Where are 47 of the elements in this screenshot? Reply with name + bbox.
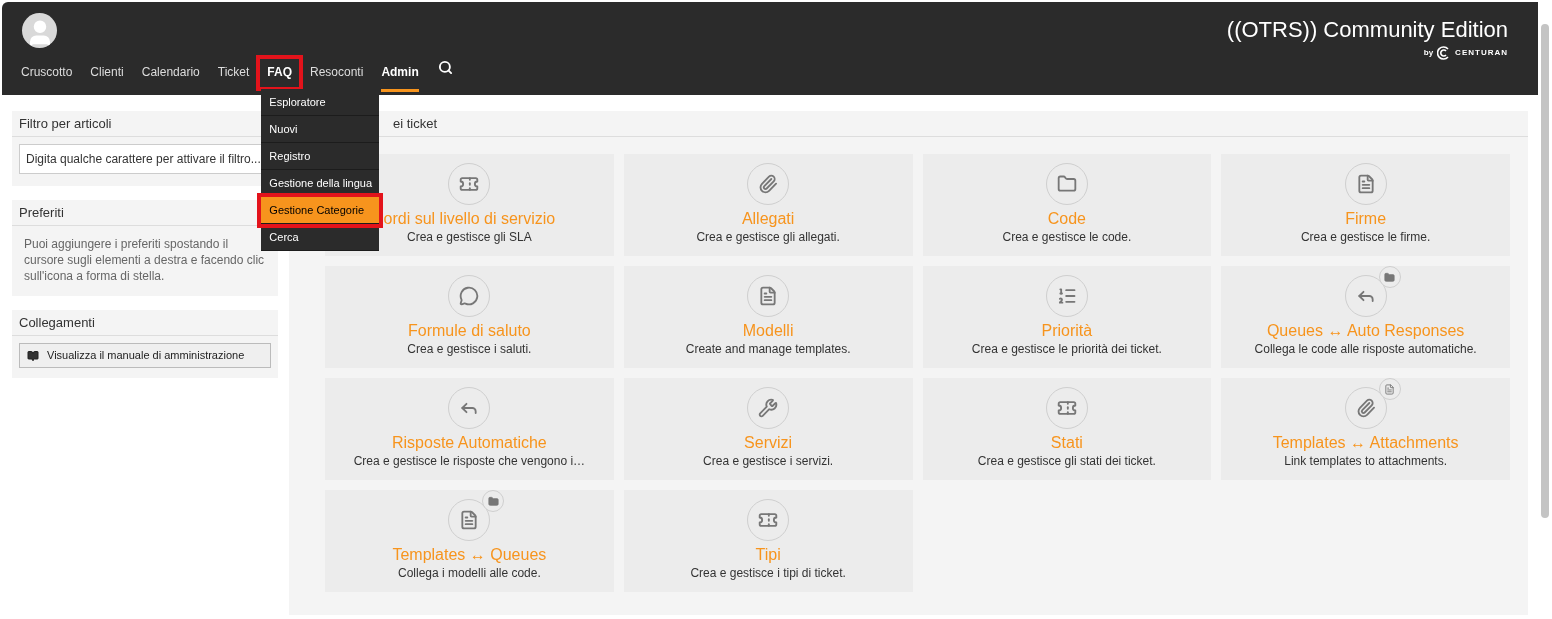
- admin-card[interactable]: Risposte Automatiche Crea e gestisce le risposte che vengono i…: [325, 378, 614, 480]
- panel-title: ei ticket: [393, 114, 438, 133]
- admin-card[interactable]: Modelli Create and manage templates.: [623, 266, 913, 368]
- admin-card[interactable]: Tipi Crea e gestisce i tipi di ticket.: [623, 490, 913, 592]
- admin-card[interactable]: Formule di saluto Crea e gestisce i saluti.: [325, 266, 614, 368]
- folder-badge-icon: [482, 490, 505, 512]
- card-description: Crea e gestisce gli stati dei ticket.: [977, 453, 1156, 469]
- nav-tab[interactable]: Cruscotto: [12, 57, 82, 89]
- nav-tab[interactable]: Ticket: [208, 57, 259, 89]
- avatar-icon[interactable]: [22, 13, 57, 48]
- nav-tab[interactable]: Calendario: [132, 57, 209, 89]
- card-description: Crea e gestisce le risposte che vengono i…: [353, 453, 586, 469]
- card-description: Crea e gestisce gli allegati.: [696, 229, 840, 245]
- search-icon[interactable]: [437, 60, 453, 75]
- admin-card[interactable]: Priorità Crea e gestisce le priorità dei ticket.: [922, 266, 1212, 368]
- manual-button[interactable]: Visualizza il manuale di amministrazione: [19, 343, 271, 368]
- brand-title: ((OTRS)) Community Edition: [1226, 16, 1508, 44]
- byline-text: by: [1423, 47, 1434, 59]
- company-name: CENTURAN: [1455, 47, 1508, 59]
- nav-tab[interactable]: Clienti: [81, 57, 133, 89]
- card-description: Crea e gestisce gli SLA: [407, 229, 532, 245]
- card-description: Link templates to attachments.: [1284, 453, 1447, 469]
- admin-card[interactable]: Templates ↔ Attachments Link templates to attachments.: [1221, 378, 1510, 480]
- card-description: Crea e gestisce le priorità dei ticket.: [971, 341, 1162, 357]
- admin-card[interactable]: Servizi Crea e gestisce i servizi.: [623, 378, 913, 480]
- card-description: Crea e gestisce i tipi di ticket.: [690, 565, 846, 581]
- company-logo-icon: [1437, 46, 1452, 60]
- card-description: Crea e gestisce le code.: [1002, 229, 1132, 245]
- nav-tab[interactable]: FAQ: [258, 57, 301, 89]
- card-description: Collega i modelli alle code.: [398, 565, 541, 581]
- panel-title: Collegamenti: [12, 310, 278, 336]
- card-description: Crea e gestisce i servizi.: [703, 453, 834, 469]
- folder-badge-icon: [1378, 266, 1401, 288]
- nav-tab[interactable]: Admin: [372, 57, 428, 89]
- admin-card[interactable]: Templates ↔ Queues Collega i modelli alle code.: [325, 490, 614, 592]
- nav-tab[interactable]: Resoconti: [301, 57, 373, 89]
- card-description: Crea e gestisce le firme.: [1300, 229, 1431, 245]
- admin-card[interactable]: Code Crea e gestisce le code.: [922, 154, 1212, 256]
- admin-card[interactable]: Queues ↔ Auto Responses Collega le code alle risposte automatiche.: [1221, 266, 1510, 368]
- book-icon: [27, 349, 39, 362]
- card-description: Create and manage templates.: [685, 341, 851, 357]
- admin-card[interactable]: Allegati Crea e gestisce gli allegati.: [623, 154, 913, 256]
- document-badge-icon: [1378, 378, 1401, 400]
- card-description: Collega le code alle risposte automatiche.: [1254, 341, 1477, 357]
- card-description: Crea e gestisce i saluti.: [407, 341, 532, 357]
- admin-card[interactable]: Firme Crea e gestisce le firme.: [1221, 154, 1510, 256]
- admin-card[interactable]: Stati Crea e gestisce gli stati dei ticket.: [922, 378, 1212, 480]
